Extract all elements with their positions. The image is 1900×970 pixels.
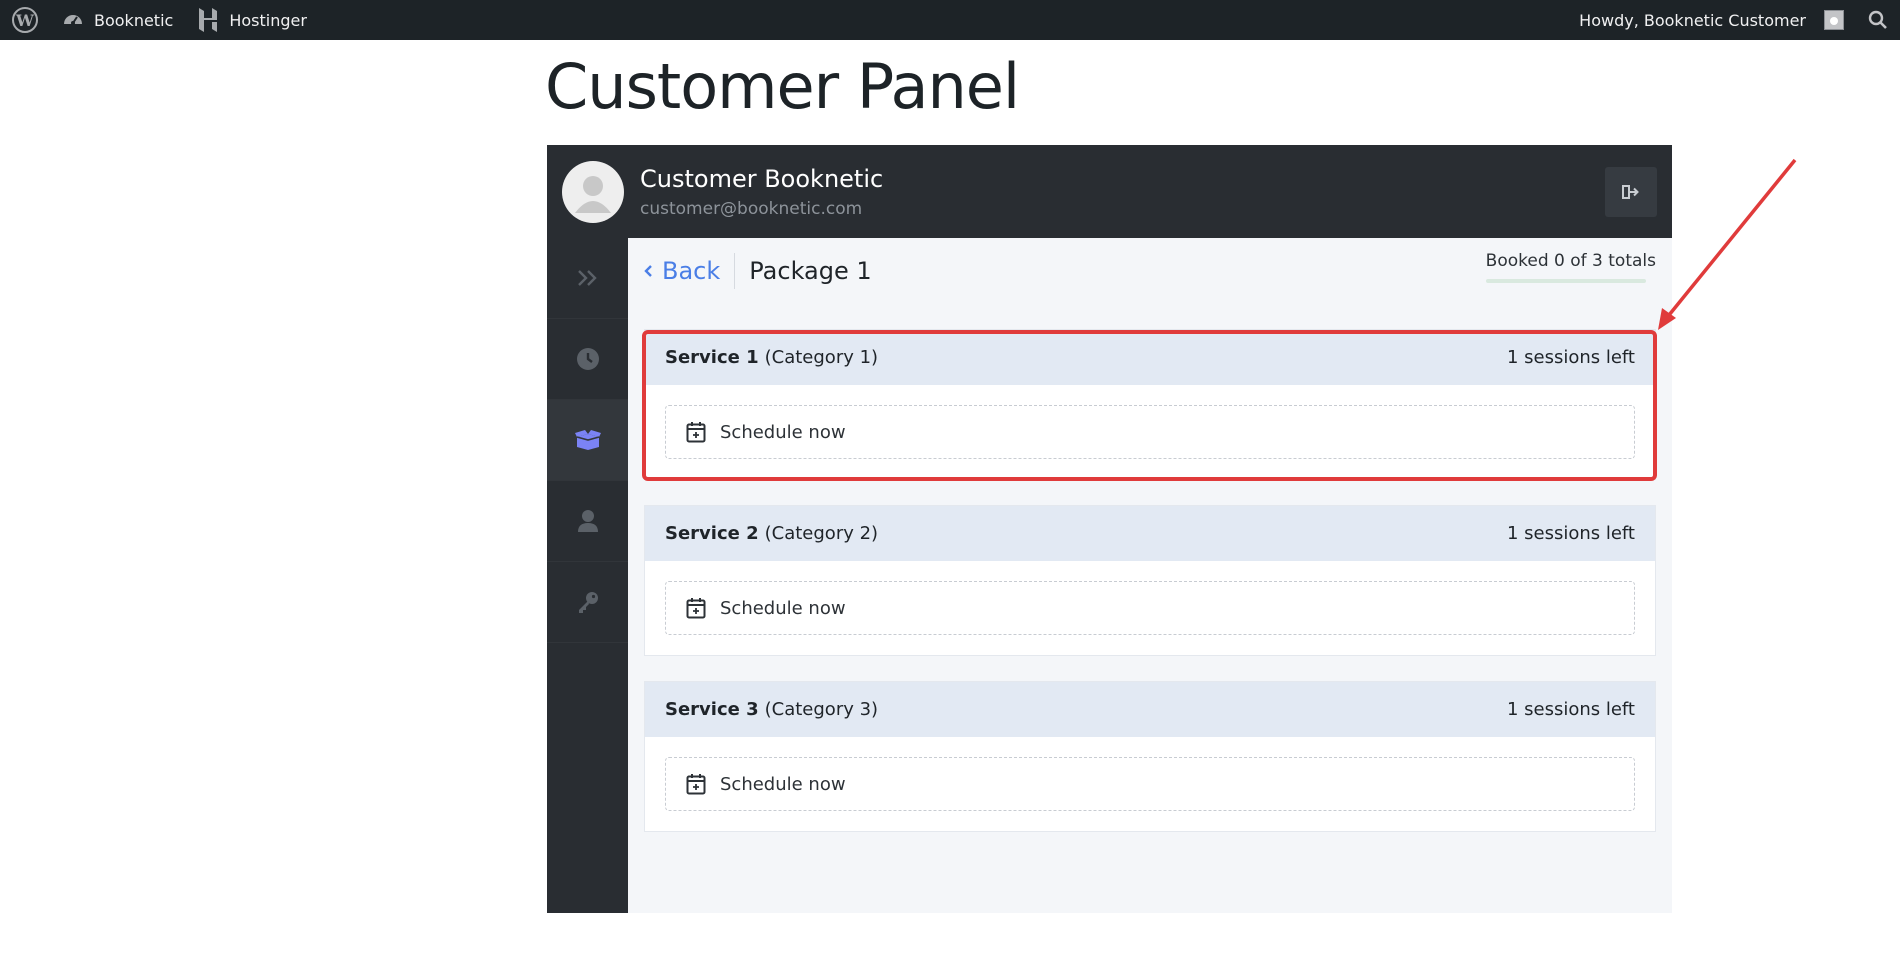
sessions-left: 1 sessions left [1506,523,1635,544]
calendar-plus-icon [686,774,706,795]
panel-header: Customer Booknetic customer@booknetic.co… [547,145,1672,238]
service-category: (Category 2) [764,523,879,544]
panel-body: Back Package 1 Booked 0 of 3 totals Serv… [547,238,1672,913]
service-card: Service 2 (Category 2) 1 sessions left S… [644,505,1656,656]
back-label: Back [662,257,721,285]
hostinger-icon [199,8,218,32]
sessions-left: 1 sessions left [1506,699,1635,720]
schedule-now-button[interactable]: Schedule now [665,757,1635,811]
user-icon [577,510,598,532]
sidebar-item-expand[interactable] [547,238,628,319]
wordpress-icon: W [12,7,38,33]
service-header: Service 3 (Category 3) 1 sessions left [645,682,1655,737]
key-icon [578,592,598,613]
service-body: Schedule now [645,385,1655,479]
package-title: Package 1 [749,257,872,285]
sidebar-item-password[interactable] [547,562,628,643]
calendar-plus-icon [686,422,706,443]
chevron-left-icon [644,265,652,277]
calendar-plus-icon [686,598,706,619]
schedule-now-label: Schedule now [720,421,846,443]
customer-panel: Customer Booknetic customer@booknetic.co… [547,145,1672,913]
search-icon [1868,10,1887,29]
page-title: Customer Panel [545,50,1020,123]
schedule-now-button[interactable]: Schedule now [665,581,1635,635]
services-list: Service 1 (Category 1) 1 sessions left S… [644,329,1656,832]
customer-info: Customer Booknetic customer@booknetic.co… [640,165,883,219]
my-account-menu[interactable]: Howdy, Booknetic Customer [1567,0,1856,40]
panel-sidebar [547,238,628,913]
package-box-icon [574,430,601,450]
admin-avatar [1824,10,1844,30]
sign-out-icon [1622,184,1639,199]
service-card: Service 1 (Category 1) 1 sessions left S… [644,329,1656,480]
double-chevron-right-icon [577,270,597,286]
admin-bar: W Booknetic Hostinger Howdy, Booknetic C… [0,0,1900,40]
service-body: Schedule now [645,737,1655,831]
booked-progress-bar [1485,279,1646,283]
schedule-now-label: Schedule now [720,597,846,619]
schedule-now-button[interactable]: Schedule now [665,405,1635,459]
service-name: Service 1 [665,347,759,368]
greeting-text: Howdy, Booknetic Customer [1579,10,1806,30]
hostinger-link[interactable]: Hostinger [185,0,319,40]
service-category: (Category 1) [764,347,879,368]
service-header: Service 1 (Category 1) 1 sessions left [645,330,1655,385]
package-content: Back Package 1 Booked 0 of 3 totals Serv… [628,238,1672,913]
customer-avatar [562,160,624,223]
logout-button[interactable] [1605,166,1657,217]
booked-text: Booked 0 of 3 totals [1485,251,1656,271]
package-topbar: Back Package 1 Booked 0 of 3 totals [644,238,1656,304]
wordpress-logo-button[interactable]: W [0,0,50,40]
back-button[interactable]: Back [644,253,736,289]
user-placeholder-icon [575,175,611,213]
customer-name: Customer Booknetic [640,164,884,193]
sidebar-item-appointments[interactable] [547,319,628,400]
dashboard-gauge-icon [64,15,82,25]
service-category: (Category 3) [764,699,879,720]
site-name-link[interactable]: Booknetic [50,0,185,40]
service-name: Service 2 [665,523,759,544]
hostinger-label: Hostinger [229,10,307,30]
admin-search-button[interactable] [1856,0,1900,40]
booked-summary: Booked 0 of 3 totals [1485,251,1656,283]
schedule-now-label: Schedule now [720,773,846,795]
clock-icon [576,348,599,370]
customer-email: customer@booknetic.com [640,198,863,219]
service-card: Service 3 (Category 3) 1 sessions left S… [644,681,1656,832]
service-name: Service 3 [665,699,759,720]
sidebar-item-packages[interactable] [547,400,628,481]
sidebar-item-profile[interactable] [547,481,628,562]
sessions-left: 1 sessions left [1506,347,1635,368]
svg-text:W: W [15,11,35,30]
service-body: Schedule now [645,561,1655,655]
service-header: Service 2 (Category 2) 1 sessions left [645,506,1655,561]
site-name-label: Booknetic [94,10,174,30]
